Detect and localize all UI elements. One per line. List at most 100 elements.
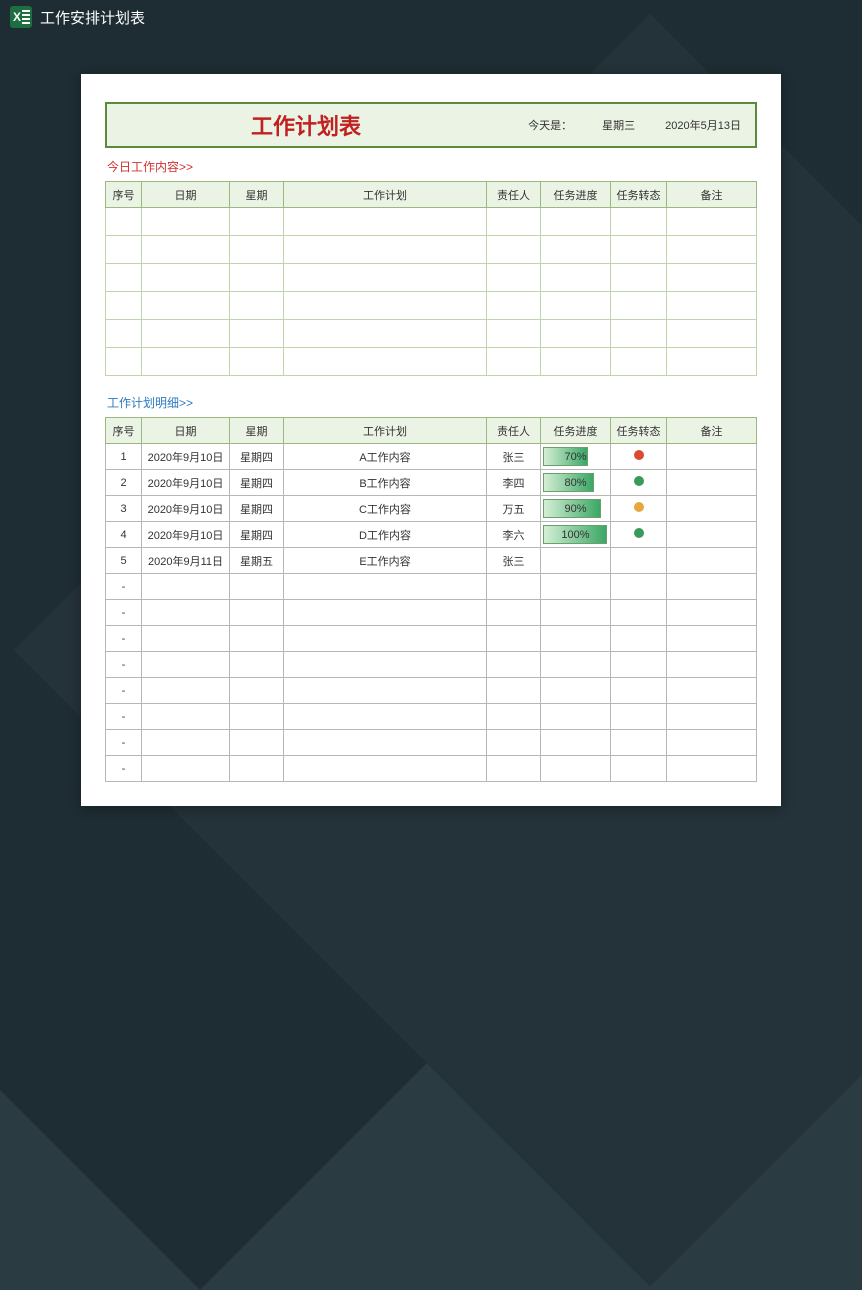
table-row[interactable] [106, 236, 757, 264]
cell-date[interactable] [142, 652, 230, 678]
cell-note[interactable] [667, 756, 757, 782]
cell-note[interactable] [667, 496, 757, 522]
cell[interactable] [541, 208, 611, 236]
cell[interactable] [667, 348, 757, 376]
cell-progress[interactable] [541, 678, 611, 704]
table-row[interactable]: 32020年9月10日星期四C工作内容万五90% [106, 496, 757, 522]
cell-plan[interactable] [284, 652, 487, 678]
cell[interactable] [541, 236, 611, 264]
cell-note[interactable] [667, 548, 757, 574]
cell-weekday[interactable]: 星期四 [230, 522, 284, 548]
cell[interactable] [541, 320, 611, 348]
cell[interactable] [142, 348, 230, 376]
cell-owner[interactable]: 李四 [487, 470, 541, 496]
cell-note[interactable] [667, 626, 757, 652]
cell[interactable] [230, 320, 284, 348]
cell-date[interactable]: 2020年9月10日 [142, 522, 230, 548]
cell-plan[interactable]: E工作内容 [284, 548, 487, 574]
cell-seq[interactable]: - [106, 652, 142, 678]
cell[interactable] [106, 292, 142, 320]
cell-seq[interactable]: 3 [106, 496, 142, 522]
cell-status[interactable] [611, 574, 667, 600]
cell-date[interactable]: 2020年9月10日 [142, 444, 230, 470]
cell-seq[interactable]: - [106, 574, 142, 600]
cell-seq[interactable]: - [106, 756, 142, 782]
cell-progress[interactable] [541, 548, 611, 574]
cell-plan[interactable] [284, 678, 487, 704]
cell[interactable] [667, 320, 757, 348]
cell-weekday[interactable]: 星期四 [230, 470, 284, 496]
table-row[interactable]: - [106, 574, 757, 600]
cell-date[interactable] [142, 756, 230, 782]
cell-owner[interactable]: 张三 [487, 548, 541, 574]
cell-plan[interactable]: D工作内容 [284, 522, 487, 548]
cell-plan[interactable] [284, 600, 487, 626]
cell-seq[interactable]: - [106, 730, 142, 756]
cell-note[interactable] [667, 730, 757, 756]
table-row[interactable] [106, 348, 757, 376]
cell[interactable] [611, 292, 667, 320]
cell-note[interactable] [667, 652, 757, 678]
cell-note[interactable] [667, 522, 757, 548]
cell[interactable] [284, 348, 487, 376]
cell-status[interactable] [611, 600, 667, 626]
cell-plan[interactable] [284, 574, 487, 600]
cell-status[interactable] [611, 730, 667, 756]
cell-note[interactable] [667, 444, 757, 470]
cell[interactable] [611, 208, 667, 236]
cell-progress[interactable] [541, 600, 611, 626]
cell-owner[interactable]: 万五 [487, 496, 541, 522]
cell-note[interactable] [667, 470, 757, 496]
table-row[interactable]: 52020年9月11日星期五E工作内容张三 [106, 548, 757, 574]
cell[interactable] [667, 208, 757, 236]
cell[interactable] [611, 236, 667, 264]
cell-plan[interactable] [284, 626, 487, 652]
cell-owner[interactable] [487, 652, 541, 678]
cell-status[interactable] [611, 444, 667, 470]
cell-seq[interactable]: 5 [106, 548, 142, 574]
cell-status[interactable] [611, 652, 667, 678]
cell[interactable] [284, 320, 487, 348]
cell-plan[interactable]: A工作内容 [284, 444, 487, 470]
cell-date[interactable] [142, 600, 230, 626]
cell-weekday[interactable] [230, 704, 284, 730]
cell[interactable] [667, 236, 757, 264]
cell[interactable] [487, 208, 541, 236]
cell-owner[interactable] [487, 730, 541, 756]
cell[interactable] [487, 264, 541, 292]
cell[interactable] [230, 236, 284, 264]
cell-weekday[interactable] [230, 652, 284, 678]
cell[interactable] [106, 320, 142, 348]
cell-seq[interactable]: 4 [106, 522, 142, 548]
cell-weekday[interactable]: 星期四 [230, 444, 284, 470]
cell-seq[interactable]: - [106, 600, 142, 626]
cell[interactable] [230, 208, 284, 236]
cell[interactable] [106, 208, 142, 236]
cell-progress[interactable] [541, 626, 611, 652]
cell[interactable] [284, 236, 487, 264]
table-row[interactable] [106, 264, 757, 292]
cell-owner[interactable] [487, 626, 541, 652]
cell[interactable] [667, 292, 757, 320]
cell-owner[interactable]: 李六 [487, 522, 541, 548]
table-row[interactable]: 42020年9月10日星期四D工作内容李六100% [106, 522, 757, 548]
cell-owner[interactable] [487, 704, 541, 730]
cell-status[interactable] [611, 470, 667, 496]
cell-weekday[interactable] [230, 730, 284, 756]
cell-status[interactable] [611, 496, 667, 522]
cell[interactable] [230, 348, 284, 376]
cell[interactable] [142, 292, 230, 320]
cell[interactable] [142, 320, 230, 348]
table-row[interactable]: - [106, 678, 757, 704]
cell[interactable] [541, 348, 611, 376]
cell-plan[interactable] [284, 730, 487, 756]
cell[interactable] [541, 292, 611, 320]
cell-seq[interactable]: 2 [106, 470, 142, 496]
cell-status[interactable] [611, 626, 667, 652]
cell[interactable] [487, 320, 541, 348]
cell-progress[interactable]: 100% [541, 522, 611, 548]
cell-plan[interactable]: C工作内容 [284, 496, 487, 522]
cell-weekday[interactable] [230, 574, 284, 600]
cell-status[interactable] [611, 704, 667, 730]
cell-date[interactable] [142, 678, 230, 704]
